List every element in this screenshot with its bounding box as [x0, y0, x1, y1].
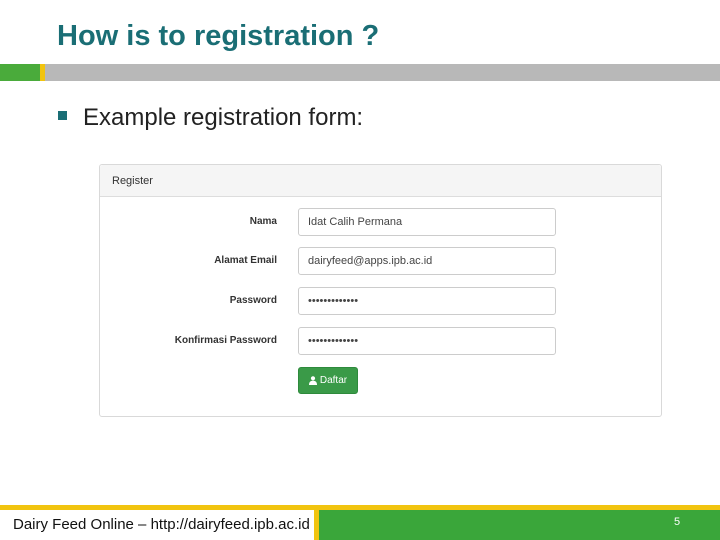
footer-yellow-top-rule	[0, 505, 314, 510]
confirm-password-input[interactable]	[298, 327, 556, 355]
footer-green-bar	[319, 510, 720, 540]
bullet-text: Example registration form:	[83, 104, 364, 131]
title-rule-green-block	[0, 64, 40, 81]
email-label: Alamat Email	[214, 255, 277, 266]
form-row-nama: Nama	[100, 208, 663, 236]
nama-label: Nama	[249, 216, 277, 227]
password-input[interactable]	[298, 287, 556, 315]
form-row-password: Password	[100, 287, 663, 315]
daftar-button-label: Daftar	[319, 375, 348, 386]
daftar-button[interactable]: Daftar	[298, 367, 358, 394]
square-bullet-icon	[58, 110, 67, 120]
form-row-email: Alamat Email	[100, 247, 663, 275]
email-input[interactable]	[298, 247, 556, 275]
password-label: Password	[229, 295, 277, 306]
title-rule-gray-bar	[45, 64, 720, 81]
panel-heading: Register	[100, 165, 661, 197]
footer-text: Dairy Feed Online – http://dairyfeed.ipb…	[13, 516, 310, 533]
slide-title: How is to registration ?	[57, 20, 380, 52]
user-icon	[308, 376, 317, 385]
form-row-confirm-password: Konfirmasi Password	[100, 327, 663, 355]
confirm-password-label: Konfirmasi Password	[174, 335, 277, 346]
bullet-item: Example registration form:	[58, 104, 363, 132]
nama-input[interactable]	[298, 208, 556, 236]
page-number: 5	[674, 516, 681, 528]
registration-form-panel: Register Nama Alamat Email Password Konf…	[99, 164, 662, 417]
